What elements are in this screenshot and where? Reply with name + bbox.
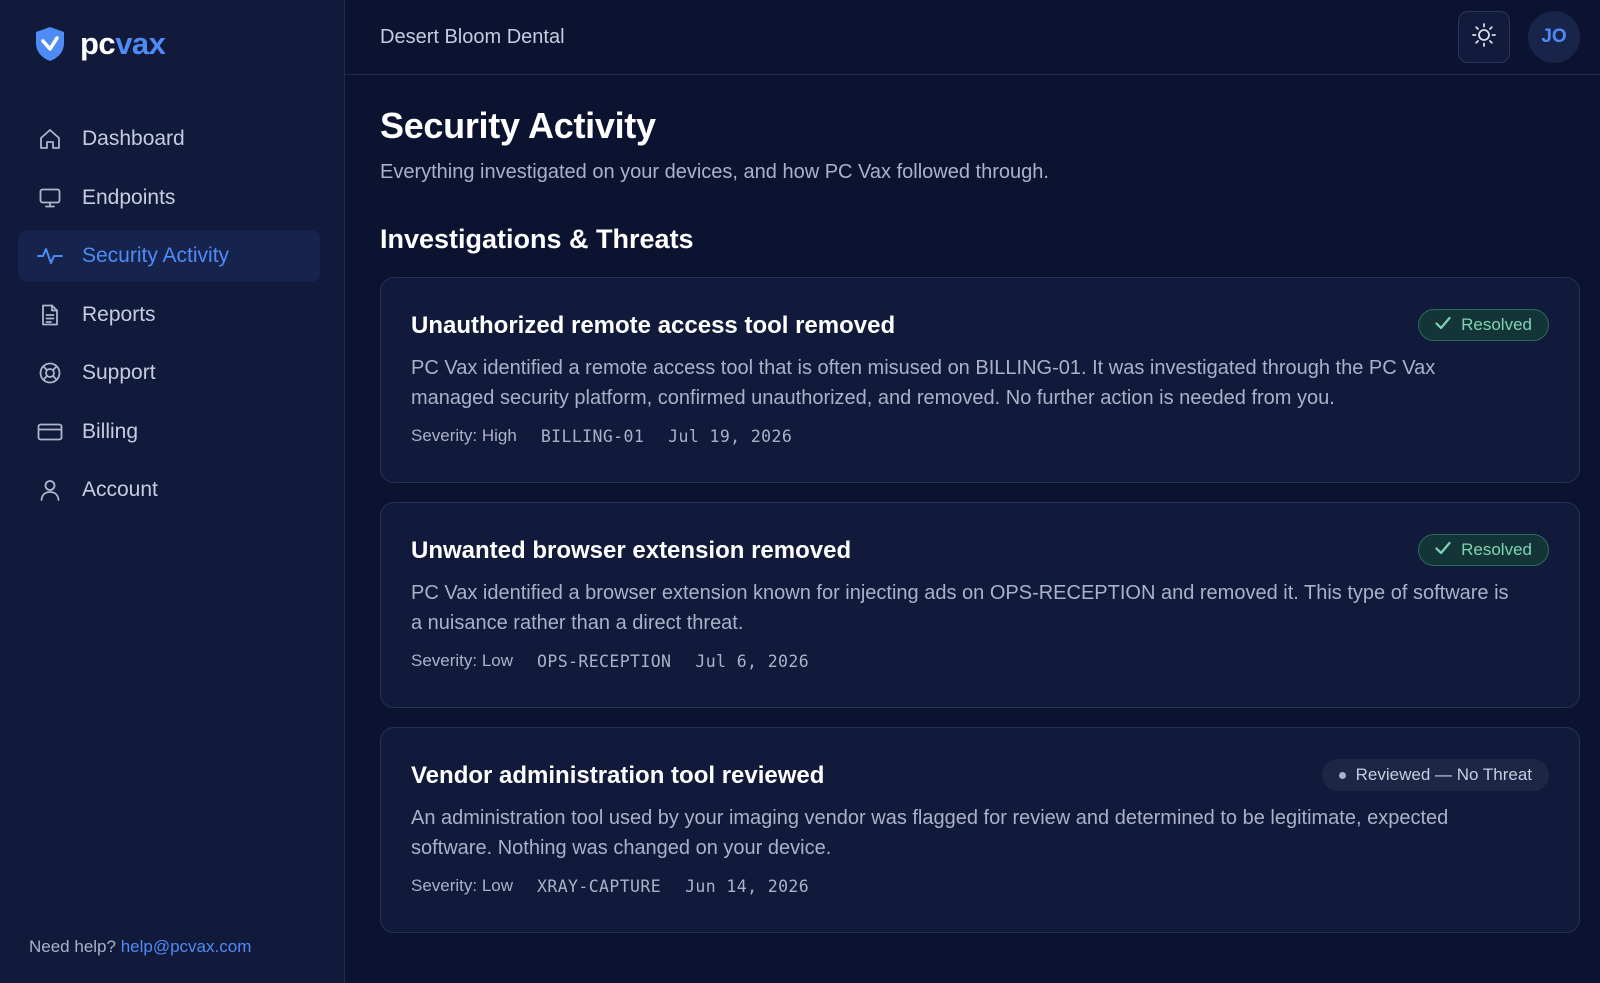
- page-subtitle: Everything investigated on your devices,…: [380, 161, 1049, 183]
- sidebar-item-label: Billing: [82, 419, 139, 443]
- card-meta: Severity: Low XRAY-CAPTURE Jun 14, 2026: [411, 876, 1549, 896]
- severity-label: Severity: High: [411, 426, 517, 445]
- topbar-actions: JO: [1458, 11, 1580, 63]
- sidebar-item-reports[interactable]: Reports: [18, 289, 320, 341]
- card-title: Unauthorized remote access tool removed: [411, 312, 896, 339]
- event-date: Jul 6, 2026: [695, 651, 810, 671]
- sidebar-item-label: Endpoints: [82, 185, 176, 209]
- sidebar-item-label: Support: [82, 361, 156, 384]
- severity-label: Severity: Low: [411, 876, 514, 895]
- brand-name-vax: vax: [115, 26, 166, 61]
- investigation-card[interactable]: Unwanted browser extension removed Resol…: [380, 502, 1580, 708]
- event-date: Jun 14, 2026: [685, 876, 810, 896]
- card-title: Unwanted browser extension removed: [411, 537, 852, 564]
- card-meta: Severity: Low OPS-RECEPTION Jul 6, 2026: [411, 651, 1549, 671]
- event-date: Jul 19, 2026: [668, 426, 793, 446]
- avatar[interactable]: JO: [1528, 11, 1580, 63]
- sidebar-item-label: Account: [82, 478, 158, 501]
- shield-logo-icon: [34, 26, 66, 62]
- document-icon: [36, 301, 64, 329]
- content: Security Activity Everything investigate…: [345, 75, 1600, 933]
- check-icon: [1435, 540, 1451, 560]
- sidebar-item-dashboard[interactable]: Dashboard: [18, 113, 320, 165]
- check-icon: [1435, 315, 1451, 335]
- sidebar-item-endpoints[interactable]: Endpoints: [18, 172, 320, 224]
- card-description: PC Vax identified a browser extension kn…: [411, 582, 1509, 634]
- sidebar-item-label: Reports: [82, 302, 156, 326]
- home-icon: [36, 125, 64, 153]
- org-name: Desert Bloom Dental: [380, 25, 565, 48]
- status-badge-label: Resolved: [1461, 540, 1532, 559]
- brand-name-pc: pc: [80, 26, 116, 61]
- sun-icon: [1471, 22, 1497, 53]
- theme-toggle-button[interactable]: [1458, 11, 1510, 63]
- status-badge: Resolved: [1418, 309, 1549, 341]
- help-text: Need help?: [29, 937, 116, 956]
- page-title: Security Activity: [380, 105, 656, 146]
- sidebar-item-security-activity[interactable]: Security Activity: [18, 230, 320, 282]
- severity-label: Severity: Low: [411, 651, 514, 670]
- topbar: Desert Bloom Dental JO: [345, 0, 1600, 75]
- card-description: PC Vax identified a remote access tool t…: [411, 357, 1436, 409]
- sidebar-nav: Dashboard Endpoints Security Activity Re…: [18, 113, 320, 523]
- monitor-icon: [36, 184, 64, 212]
- investigation-card[interactable]: Vendor administration tool reviewed Revi…: [380, 727, 1580, 933]
- brand-logo[interactable]: pcvax: [34, 26, 166, 62]
- section-title: Investigations & Threats: [380, 224, 694, 254]
- sidebar-item-label: Dashboard: [82, 127, 185, 150]
- sidebar-item-label: Security Activity: [82, 244, 230, 267]
- help-email-link[interactable]: help@pcvax.com: [121, 937, 252, 956]
- help-footer: Need help? help@pcvax.com: [29, 937, 251, 957]
- card-meta: Severity: High BILLING-01 Jul 19, 2026: [411, 426, 1549, 446]
- status-dot-icon: [1338, 771, 1346, 779]
- lifebuoy-icon: [36, 359, 64, 387]
- investigation-card[interactable]: Unauthorized remote access tool removed …: [380, 277, 1580, 483]
- activity-icon: [36, 242, 64, 270]
- credit-card-icon: [36, 418, 64, 446]
- sidebar-item-account[interactable]: Account: [18, 464, 320, 516]
- sidebar: pcvax Dashboard Endpoints Security Activ…: [0, 0, 345, 983]
- device-name: OPS-RECEPTION: [537, 651, 672, 671]
- sidebar-item-billing[interactable]: Billing: [18, 406, 320, 458]
- status-badge-label: Resolved: [1461, 315, 1532, 334]
- device-name: BILLING-01: [540, 426, 645, 446]
- device-name: XRAY-CAPTURE: [537, 876, 662, 896]
- brand-name: pcvax: [80, 26, 166, 62]
- status-badge: Reviewed — No Threat: [1321, 759, 1549, 791]
- user-icon: [36, 476, 64, 504]
- card-description: An administration tool used by your imag…: [411, 807, 1449, 859]
- status-badge: Resolved: [1418, 534, 1549, 566]
- main-area: Desert Bloom Dental JO Security Activity…: [345, 0, 1600, 983]
- status-badge-label: Reviewed — No Threat: [1355, 765, 1532, 784]
- sidebar-item-support[interactable]: Support: [18, 347, 320, 399]
